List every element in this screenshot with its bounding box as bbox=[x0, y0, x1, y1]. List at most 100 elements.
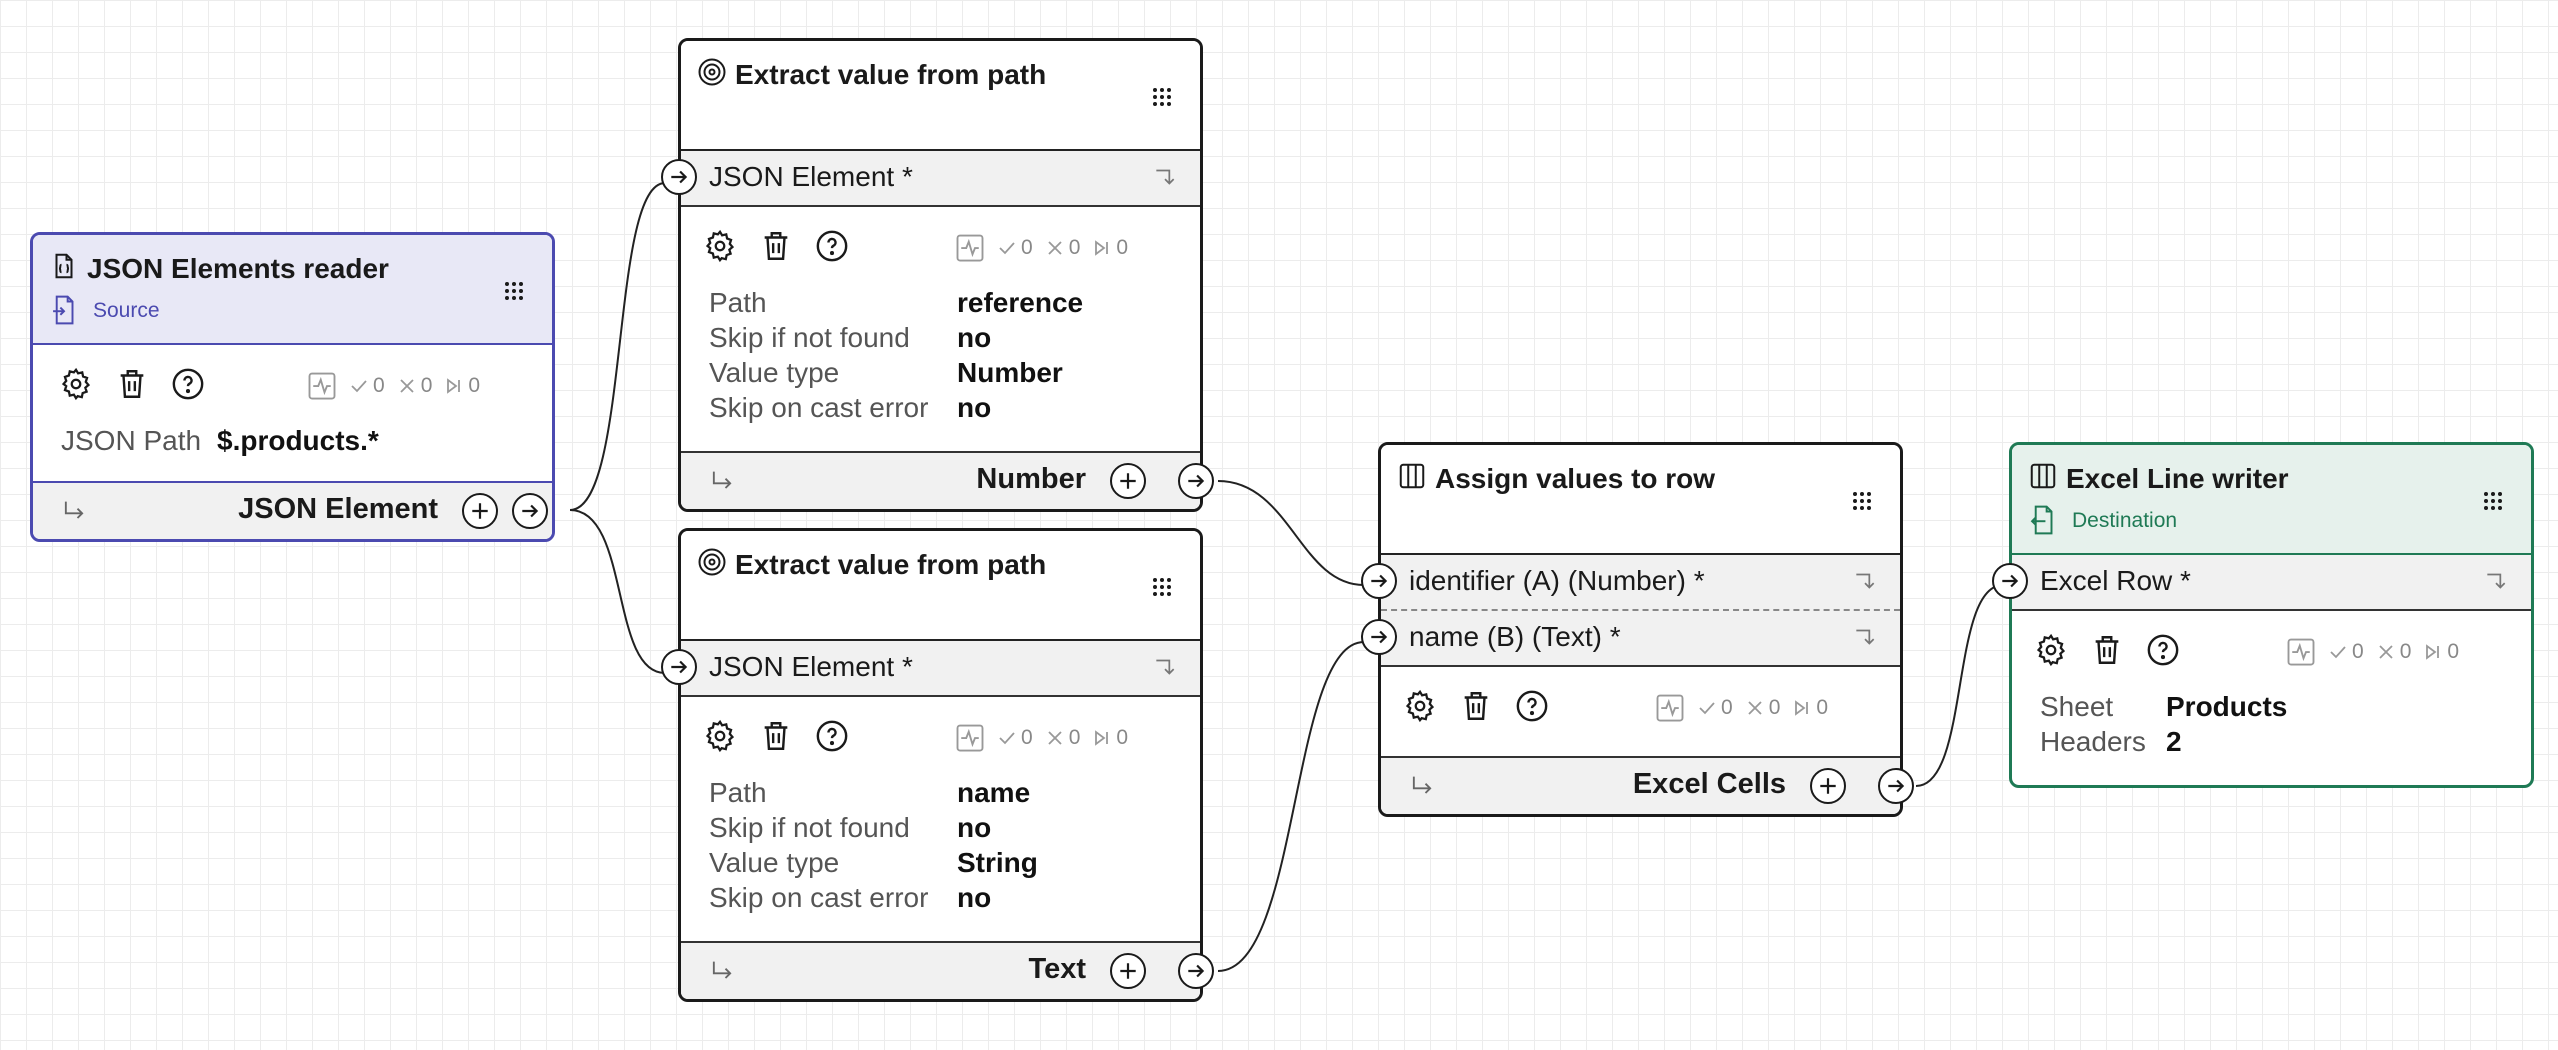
trash-icon[interactable] bbox=[115, 367, 149, 401]
node-header[interactable]: JSON Elements reader Source bbox=[33, 235, 552, 345]
node-header[interactable]: Assign values to row bbox=[1381, 445, 1900, 555]
check-icon bbox=[2330, 646, 2346, 659]
activity-icon bbox=[1656, 694, 1684, 722]
node-header[interactable]: Extract value from path bbox=[681, 531, 1200, 641]
input-port[interactable] bbox=[1361, 619, 1397, 655]
param-row: Skip on cast error no bbox=[709, 882, 992, 913]
wire-reader-to-extract2[interactable] bbox=[569, 509, 666, 674]
node-toolbar: 0 0 0 bbox=[681, 207, 1200, 287]
stat-fail: 0 bbox=[1768, 696, 1781, 719]
node-stats: 0 0 0 bbox=[2286, 637, 2459, 667]
corner-down-icon[interactable] bbox=[1852, 567, 1878, 595]
arrow-right-icon bbox=[1371, 630, 1388, 644]
wire-extract1-to-assign[interactable] bbox=[1217, 480, 1365, 586]
node-toolbar: 0 0 0 bbox=[1381, 667, 1900, 747]
drag-handle-icon[interactable] bbox=[1152, 87, 1172, 107]
output-port[interactable] bbox=[1178, 463, 1214, 499]
stat-ok: 0 bbox=[373, 374, 385, 397]
stat-skip: 0 bbox=[1816, 696, 1829, 719]
input-port[interactable] bbox=[1361, 563, 1397, 599]
output-label: Number bbox=[976, 463, 1086, 495]
output-port[interactable] bbox=[1878, 768, 1914, 804]
drag-handle-icon[interactable] bbox=[1852, 491, 1872, 511]
corner-down-icon[interactable] bbox=[1152, 653, 1178, 681]
node-excel-line-writer[interactable]: Excel Line writer Destination Excel Row … bbox=[1992, 442, 2534, 788]
output-port[interactable] bbox=[512, 493, 548, 529]
drag-handle-icon[interactable] bbox=[504, 281, 524, 301]
activity-icon bbox=[308, 372, 336, 400]
gear-icon[interactable] bbox=[2034, 633, 2068, 667]
input-port-row: JSON Element * bbox=[661, 641, 1200, 697]
arrow-right-icon bbox=[671, 660, 688, 674]
plus-icon bbox=[472, 503, 488, 519]
gear-icon[interactable] bbox=[1403, 689, 1437, 723]
node-stats: 0 0 0 bbox=[955, 723, 1128, 753]
file-export-icon bbox=[2030, 505, 2053, 535]
node-toolbar: 0 0 0 bbox=[681, 697, 1200, 777]
trash-icon[interactable] bbox=[1459, 689, 1493, 723]
stat-fail: 0 bbox=[1068, 726, 1081, 749]
wire-assign-to-writer[interactable] bbox=[1915, 584, 2004, 787]
arrow-right-icon bbox=[671, 170, 688, 184]
param-row: Value type Number bbox=[709, 357, 1063, 388]
stat-skip: 0 bbox=[1116, 236, 1129, 259]
stat-ok: 0 bbox=[1021, 726, 1033, 749]
help-icon[interactable] bbox=[2146, 633, 2180, 667]
activity-icon bbox=[956, 234, 984, 262]
gear-icon[interactable] bbox=[703, 719, 737, 753]
file-import-icon bbox=[53, 295, 74, 325]
stat-fail: 0 bbox=[1068, 236, 1081, 259]
gear-icon[interactable] bbox=[703, 229, 737, 263]
help-icon[interactable] bbox=[815, 229, 849, 263]
corner-down-icon[interactable] bbox=[1152, 163, 1178, 191]
plus-icon bbox=[1120, 963, 1136, 979]
node-stats: 0 0 0 bbox=[955, 233, 1128, 263]
node-header[interactable]: Excel Line writer Destination bbox=[2012, 445, 2531, 555]
return-arrow-icon bbox=[1412, 776, 1432, 794]
trash-icon[interactable] bbox=[2090, 633, 2124, 667]
node-footer: Text bbox=[681, 941, 1214, 999]
output-port[interactable] bbox=[1178, 953, 1214, 989]
skip-icon bbox=[2426, 644, 2440, 660]
param-row: Sheet Products bbox=[2040, 691, 2288, 722]
help-icon[interactable] bbox=[1515, 689, 1549, 723]
param-row: Skip if not found no bbox=[709, 322, 992, 353]
param-row: Skip if not found no bbox=[709, 812, 992, 843]
trash-icon[interactable] bbox=[759, 229, 793, 263]
drag-handle-icon[interactable] bbox=[1152, 577, 1172, 597]
help-icon[interactable] bbox=[171, 367, 205, 401]
add-output-button[interactable] bbox=[462, 493, 498, 529]
check-icon bbox=[1699, 702, 1715, 715]
corner-down-icon[interactable] bbox=[2483, 567, 2509, 595]
plus-icon bbox=[1120, 473, 1136, 489]
gear-icon[interactable] bbox=[59, 367, 93, 401]
node-toolbar: 0 0 0 bbox=[2012, 611, 2531, 691]
input-port[interactable] bbox=[661, 649, 697, 685]
node-title: JSON Elements reader bbox=[87, 253, 389, 284]
corner-down-icon[interactable] bbox=[1852, 623, 1878, 651]
arrow-right-icon bbox=[1371, 574, 1388, 588]
add-output-button[interactable] bbox=[1110, 463, 1146, 499]
wire-extract2-to-assign[interactable] bbox=[1217, 641, 1365, 972]
arrow-right-icon bbox=[1188, 964, 1205, 978]
input-port[interactable] bbox=[1992, 563, 2028, 599]
drag-handle-icon[interactable] bbox=[2483, 491, 2503, 511]
add-output-button[interactable] bbox=[1810, 768, 1846, 804]
wire-reader-to-extract1[interactable] bbox=[569, 182, 666, 511]
param-row: Path name bbox=[709, 777, 1031, 808]
trash-icon[interactable] bbox=[759, 719, 793, 753]
help-icon[interactable] bbox=[815, 719, 849, 753]
node-header[interactable]: Extract value from path bbox=[681, 41, 1200, 151]
input-label: Excel Row * bbox=[2040, 565, 2191, 596]
node-assign-values[interactable]: Assign values to row identifier (A) (Num… bbox=[1361, 442, 1914, 817]
cross-icon bbox=[1048, 731, 1062, 745]
node-extract-value-2[interactable]: Extract value from path JSON Element * 0… bbox=[661, 528, 1214, 1002]
add-output-button[interactable] bbox=[1110, 953, 1146, 989]
return-arrow-icon bbox=[712, 961, 732, 979]
check-icon bbox=[999, 732, 1015, 745]
input-port[interactable] bbox=[661, 159, 697, 195]
output-label: Excel Cells bbox=[1632, 768, 1786, 800]
node-json-elements-reader[interactable]: JSON Elements reader Source 0 0 0 JSON P… bbox=[30, 232, 555, 542]
node-footer: Excel Cells bbox=[1381, 756, 1914, 814]
node-extract-value-1[interactable]: Extract value from path JSON Element * 0… bbox=[661, 38, 1214, 512]
